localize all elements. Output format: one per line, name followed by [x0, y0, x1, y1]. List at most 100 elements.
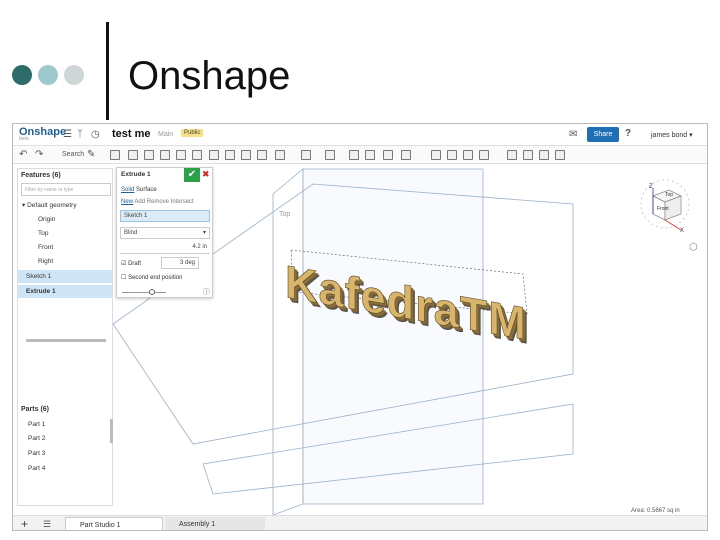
draft-tool-icon[interactable] — [241, 150, 251, 160]
search-tools[interactable]: Search — [62, 151, 84, 158]
onshape-screenshot: Onshape beta ☰ ᛉ ◷ test me Main Public ✉… — [12, 123, 708, 531]
shell-tool-icon[interactable] — [257, 150, 267, 160]
sketch-tool-icon[interactable] — [110, 150, 120, 160]
panel-resize-handle[interactable] — [26, 339, 106, 342]
slide: Onshape Onshape beta ☰ ᛉ ◷ test me Main … — [0, 0, 720, 540]
dot-light — [38, 65, 58, 85]
variable-tool-icon[interactable] — [479, 150, 489, 160]
tab-part-studio[interactable]: Part Studio 1 — [65, 517, 163, 530]
loft-tool-icon[interactable] — [176, 150, 186, 160]
feature-origin[interactable]: Origin — [18, 213, 112, 226]
dot-dark — [12, 65, 32, 85]
share-button[interactable]: Share — [587, 127, 619, 142]
view-top-label[interactable]: Top — [665, 192, 673, 198]
appearance-tool-icon[interactable] — [539, 150, 549, 160]
preview-slider-track — [122, 292, 166, 293]
chevron-down-icon: ▾ — [202, 230, 206, 236]
draft-row: ☑ Draft — [121, 260, 141, 267]
document-name[interactable]: test me — [112, 128, 151, 140]
redo-icon[interactable]: ↷ — [35, 149, 43, 160]
plane-label-front: Top — [279, 211, 290, 218]
branch-icon[interactable]: ᛉ — [77, 129, 83, 140]
split-tool-icon[interactable] — [365, 150, 375, 160]
tab-label: Assembly 1 — [179, 521, 216, 528]
history-icon[interactable]: ◷ — [91, 129, 100, 140]
onshape-logo[interactable]: Onshape beta — [19, 126, 66, 142]
sketch-selection-field[interactable]: Sketch 1 — [120, 210, 210, 222]
dot-grey — [64, 65, 84, 85]
delete-tool-icon[interactable] — [401, 150, 411, 160]
draft-angle-input[interactable]: 3 deg — [161, 257, 199, 269]
help-icon[interactable]: ? — [625, 128, 631, 139]
slide-title: Onshape — [128, 54, 291, 98]
feature-extrude[interactable]: Extrude 1 — [18, 285, 112, 298]
title-divider — [106, 22, 109, 120]
pencil-icon[interactable]: ✎ — [87, 149, 95, 160]
boolean-tool-icon[interactable] — [349, 150, 359, 160]
parts-title: Parts (6) — [21, 406, 50, 413]
curve-tool-icon[interactable] — [463, 150, 473, 160]
part-item[interactable]: Part 4 — [28, 465, 45, 472]
toolbar: ↶ ↷ Search ✎ — [13, 146, 707, 164]
draft-checkbox[interactable]: ☑ — [121, 261, 126, 267]
second-end-checkbox[interactable]: ☐ — [121, 275, 126, 281]
tab-assembly[interactable]: Assembly 1 — [165, 517, 265, 530]
view-cube[interactable]: Z Front Top X — [635, 176, 691, 236]
default-geometry-label: Default geometry — [27, 202, 77, 209]
extrude-tool-icon[interactable] — [128, 150, 138, 160]
menu-icon[interactable]: ☰ — [63, 129, 72, 140]
hole-tool-icon[interactable] — [275, 150, 285, 160]
sweep-tool-icon[interactable] — [160, 150, 170, 160]
feature-top[interactable]: Top — [18, 227, 112, 240]
user-menu[interactable]: james bond ▾ — [651, 131, 693, 139]
preview-slider-handle[interactable] — [149, 289, 155, 295]
part-item[interactable]: Part 2 — [28, 435, 45, 442]
end-type-value: Blind — [124, 230, 138, 236]
mirror-tool-icon[interactable] — [325, 150, 335, 160]
second-end-row: ☐ Second end position — [121, 274, 182, 281]
body-type-row: Solid Surface — [121, 187, 157, 193]
feature-filter-input[interactable]: Filter by name or type — [21, 183, 111, 196]
comment-icon[interactable]: ✉ — [569, 129, 577, 140]
thicken-tool-icon[interactable] — [192, 150, 202, 160]
helix-tool-icon[interactable] — [447, 150, 457, 160]
help-icon[interactable]: ⓘ — [203, 287, 210, 297]
pattern-tool-icon[interactable] — [301, 150, 311, 160]
solid-option[interactable]: Solid — [121, 187, 134, 193]
bottom-tab-bar: + ☰ Part Studio 1 Assembly 1 — [13, 515, 707, 530]
plane-tool-icon[interactable] — [431, 150, 441, 160]
render-tool-icon[interactable] — [555, 150, 565, 160]
add-tab-icon[interactable]: + — [21, 517, 28, 530]
transform-tool-icon[interactable] — [383, 150, 393, 160]
feature-right[interactable]: Right — [18, 255, 112, 268]
view-options-icon[interactable]: ⬡ — [689, 242, 698, 253]
view-front-label[interactable]: Front — [657, 206, 669, 212]
depth-input[interactable]: 4.2 in — [120, 242, 210, 254]
operation-options[interactable]: Add Remove Intersect — [134, 199, 193, 205]
public-badge: Public — [181, 129, 204, 137]
feature-front[interactable]: Front — [18, 241, 112, 254]
parts-scrollbar[interactable] — [110, 419, 113, 443]
feature-sketch[interactable]: Sketch 1 — [18, 270, 112, 283]
part-item[interactable]: Part 1 — [28, 421, 45, 428]
fillet-tool-icon[interactable] — [209, 150, 219, 160]
axis-x-label: X — [680, 228, 685, 234]
cancel-button[interactable]: ✖ — [202, 169, 210, 180]
chamfer-tool-icon[interactable] — [225, 150, 235, 160]
surface-option[interactable]: Surface — [136, 187, 157, 193]
extrude-dialog: Extrude 1 ✔ ✖ Solid Surface New Add Remo… — [116, 167, 213, 298]
revolve-tool-icon[interactable] — [144, 150, 154, 160]
accept-button[interactable]: ✔ — [184, 168, 200, 182]
part-item[interactable]: Part 3 — [28, 450, 45, 457]
tab-list-icon[interactable]: ☰ — [43, 519, 51, 530]
end-type-select[interactable]: Blind ▾ — [120, 227, 210, 239]
tab-label: Part Studio 1 — [80, 522, 121, 529]
default-geometry-group[interactable]: ▾ Default geometry — [18, 199, 112, 212]
extrude-title: Extrude 1 — [121, 171, 151, 178]
measure-tool-icon[interactable] — [507, 150, 517, 160]
decorative-dots — [12, 65, 84, 85]
section-tool-icon[interactable] — [523, 150, 533, 160]
undo-icon[interactable]: ↶ — [19, 149, 27, 160]
area-readout: Area: 0.5667 sq in — [631, 508, 680, 514]
new-option[interactable]: New — [121, 199, 133, 205]
